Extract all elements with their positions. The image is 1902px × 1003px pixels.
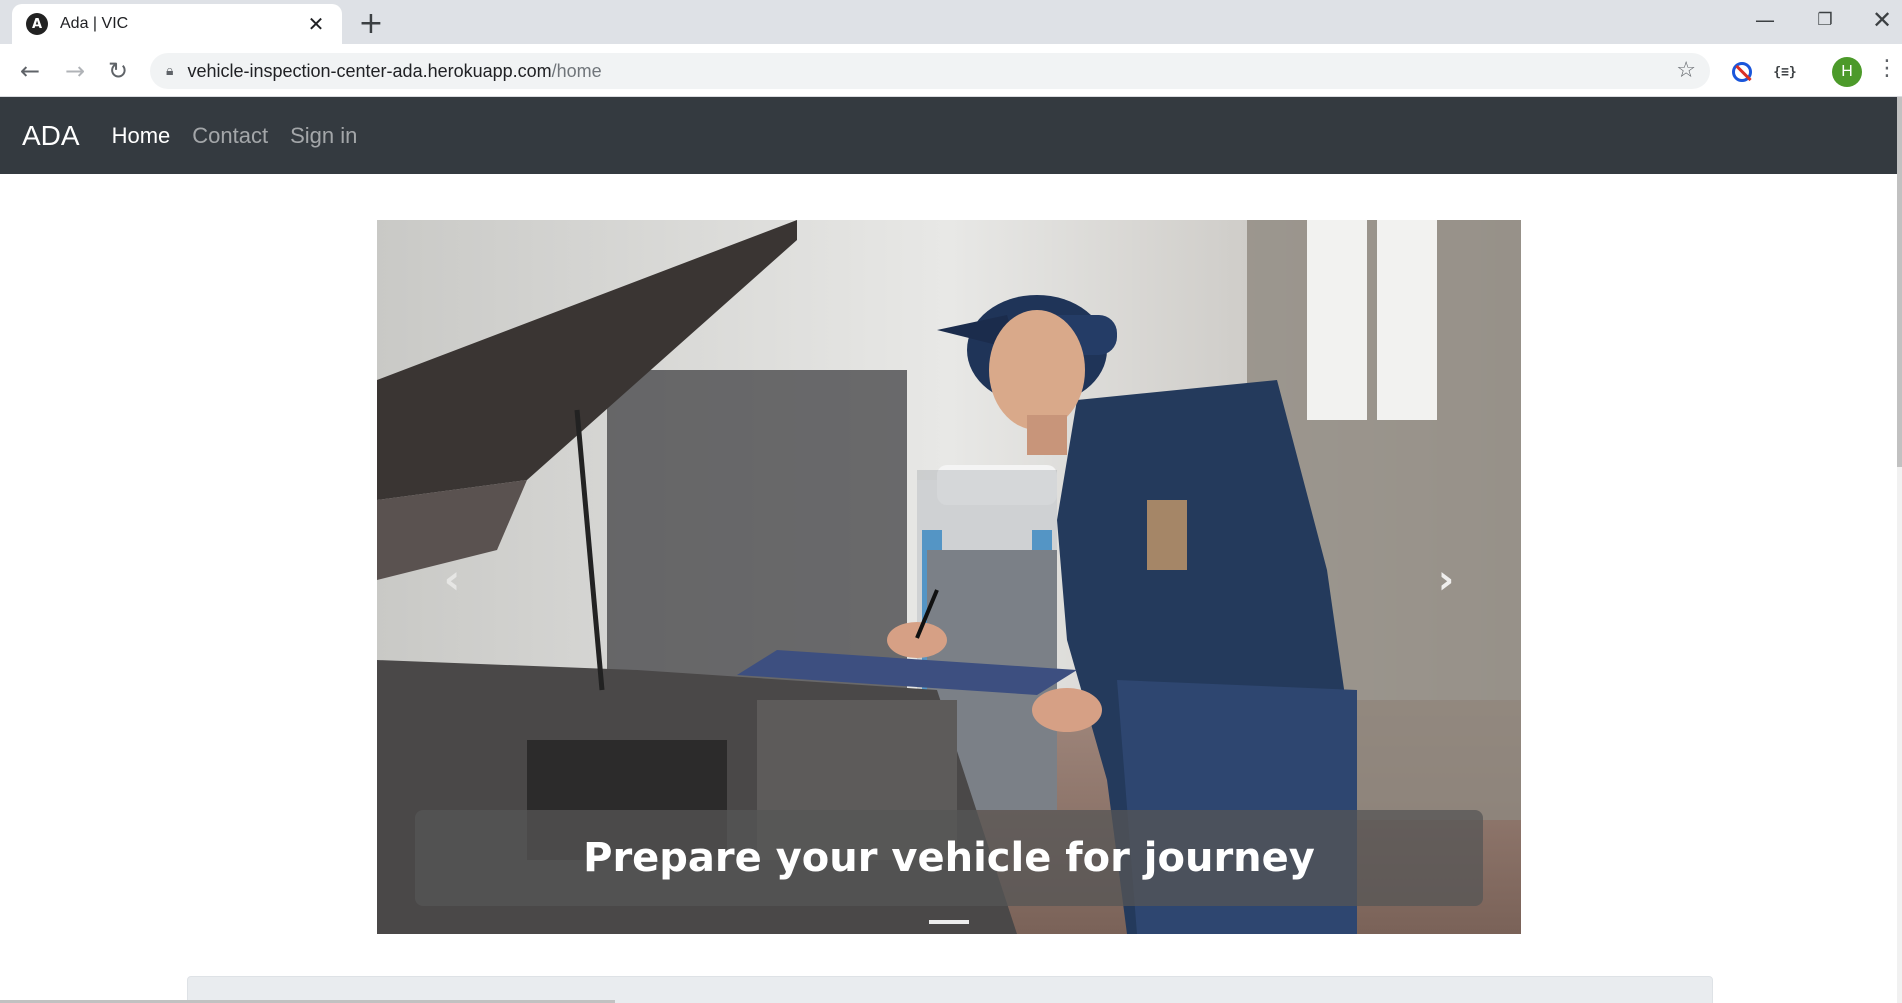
tab-strip: A Ada | VIC ✕ + — ❐ ✕ (0, 0, 1902, 44)
angular-favicon-icon: A (26, 13, 48, 35)
restore-icon[interactable]: ❐ (1795, 0, 1855, 40)
content-card (187, 976, 1713, 1003)
browser-toolbar: ← → ↻ 🔒︎ vehicle-inspection-center-ada.h… (0, 44, 1902, 97)
new-tab-icon[interactable]: + (352, 6, 390, 41)
reload-icon[interactable]: ↻ (100, 53, 136, 89)
vertical-scrollbar[interactable] (1897, 97, 1902, 1003)
carousel-caption: Prepare your vehicle for journey (415, 810, 1483, 906)
lock-icon[interactable]: 🔒︎ (166, 63, 173, 79)
bookmark-star-icon[interactable]: ☆ (1676, 58, 1696, 83)
profile-avatar[interactable]: H (1832, 57, 1862, 87)
nav-link-home[interactable]: Home (112, 123, 171, 149)
browser-menu-icon[interactable]: ⋮ (1876, 56, 1898, 81)
forward-arrow-icon[interactable]: → (57, 53, 93, 89)
json-extension-icon[interactable]: {≡} (1770, 57, 1800, 87)
navbar-brand[interactable]: ADA (22, 120, 80, 152)
carousel-next-icon[interactable]: › (1416, 550, 1476, 610)
nav-link-sign-in[interactable]: Sign in (290, 123, 357, 149)
browser-tab[interactable]: A Ada | VIC ✕ (12, 4, 342, 44)
carousel-indicator-active[interactable] (929, 920, 969, 924)
carousel-prev-icon[interactable]: ‹ (422, 550, 482, 610)
tab-title: Ada | VIC (60, 15, 129, 32)
block-extension-icon[interactable] (1727, 57, 1757, 87)
url-host: vehicle-inspection-center-ada.herokuapp.… (187, 60, 552, 81)
carousel-caption-text: Prepare your vehicle for journey (583, 835, 1315, 881)
hero-carousel: ‹ › Prepare your vehicle for journey (377, 220, 1521, 934)
window-close-icon[interactable]: ✕ (1852, 0, 1902, 40)
address-bar[interactable]: 🔒︎ vehicle-inspection-center-ada.herokua… (150, 53, 1710, 89)
back-arrow-icon[interactable]: ← (12, 53, 48, 89)
nav-link-contact[interactable]: Contact (192, 123, 268, 149)
minimize-icon[interactable]: — (1735, 0, 1795, 40)
scrollbar-thumb[interactable] (1897, 97, 1902, 467)
page-viewport: ADA Home Contact Sign in ‹ › Prepare you… (0, 97, 1902, 1003)
site-navbar: ADA Home Contact Sign in (0, 97, 1897, 174)
url-path: /home (551, 60, 602, 81)
tab-close-icon[interactable]: ✕ (304, 12, 328, 37)
carousel-indicators (377, 920, 1521, 924)
